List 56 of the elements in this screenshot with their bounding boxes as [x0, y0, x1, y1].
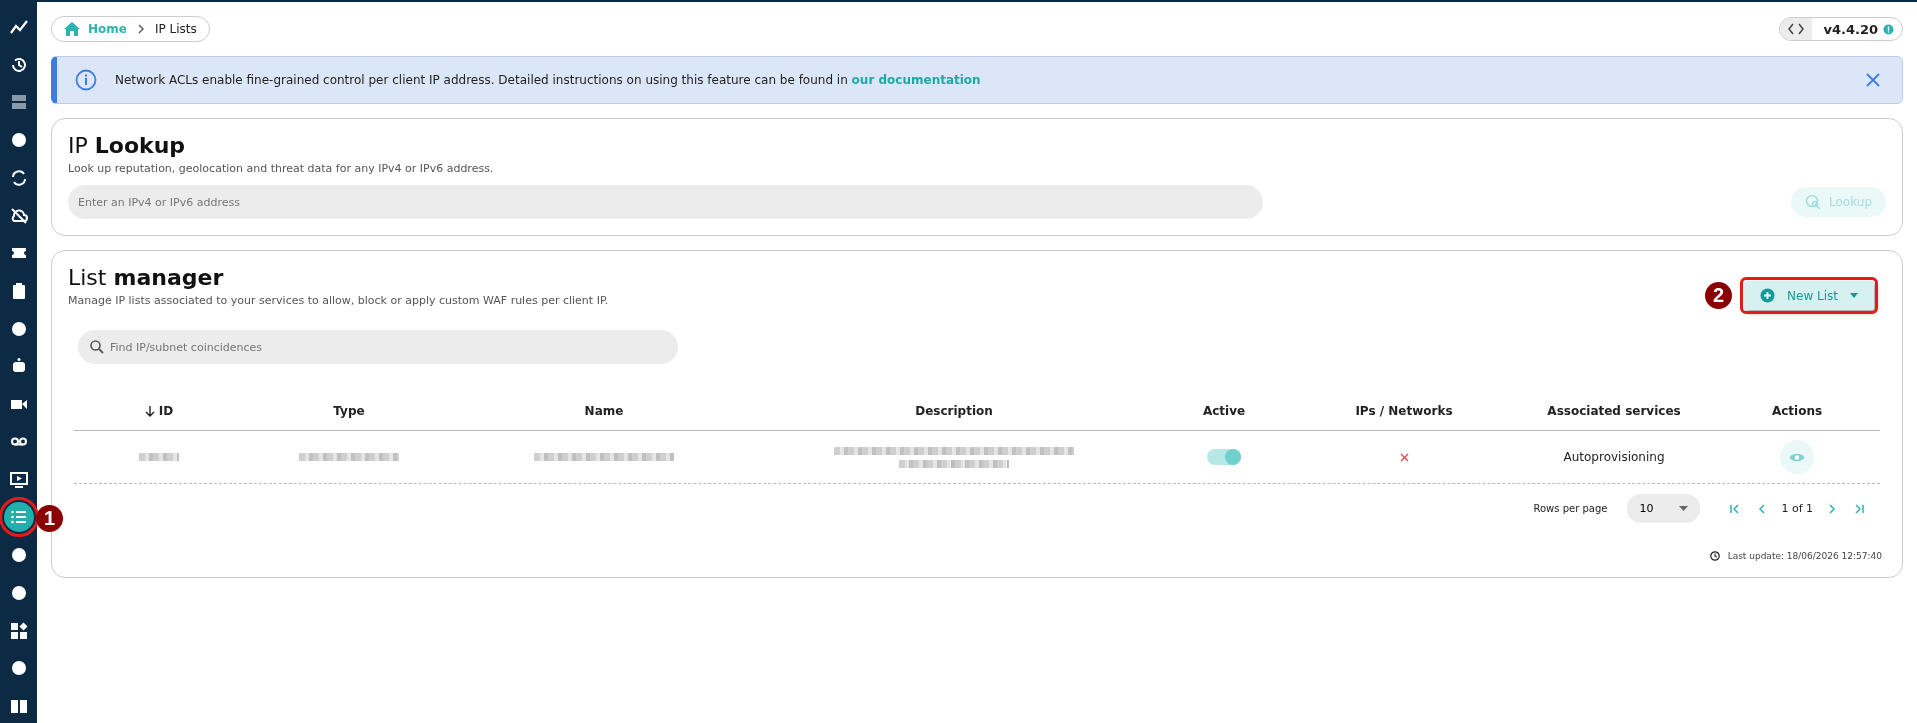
callout-badge: 2 — [1705, 282, 1733, 309]
chevron-left-icon — [1758, 503, 1766, 514]
callout-badge: 1 — [36, 504, 63, 532]
card-title: List manager — [68, 265, 225, 290]
first-page-icon — [1730, 503, 1741, 514]
card-title: IP Lookup — [68, 133, 187, 158]
close-icon — [1866, 73, 1880, 87]
page-range: 1 of 1 — [1781, 502, 1813, 515]
chevron-right-icon — [136, 24, 145, 34]
card-subtitle: Manage IP lists associated to your services to allow, block or apply custom WAF rules per client IP. — [68, 294, 609, 307]
previous-page-button[interactable] — [1756, 501, 1768, 516]
column-header[interactable]: Associated services — [1514, 404, 1714, 418]
next-page-button[interactable] — [1827, 501, 1838, 516]
card-subtitle: Look up reputation, geolocation and threat data for any IPv4 or IPv6 address. — [68, 162, 495, 175]
server-icon — [9, 93, 28, 112]
cloud-off-icon — [9, 206, 28, 225]
globe-search-icon — [1805, 194, 1822, 210]
home-icon — [64, 22, 80, 36]
voicemail-icon — [9, 437, 28, 447]
sync-icon — [9, 168, 28, 187]
blurred-text — [139, 453, 179, 461]
active-toggle[interactable] — [1207, 449, 1241, 465]
cross-icon — [1399, 452, 1409, 462]
search-icon — [90, 340, 104, 354]
column-header[interactable]: ID — [74, 404, 244, 418]
monitor-play-icon — [9, 470, 28, 489]
breadcrumb-current: IP Lists — [154, 22, 197, 36]
eye-icon — [1789, 451, 1805, 463]
column-header[interactable]: IPs / Networks — [1294, 404, 1514, 418]
rows-per-page-select[interactable]: 10 — [1627, 494, 1701, 523]
history-icon — [9, 55, 28, 74]
caret-icon — [1850, 293, 1858, 298]
ip-address-field[interactable]: Enter an IPv4 or IPv6 address — [68, 185, 1263, 219]
book-icon — [9, 697, 28, 716]
badge-icon — [1883, 23, 1894, 35]
column-header[interactable]: Active — [1154, 404, 1294, 418]
column-header[interactable]: Description — [754, 404, 1154, 418]
last-page-icon — [1854, 503, 1864, 514]
plus-circle-icon — [1760, 288, 1776, 303]
clock-icon — [1709, 551, 1720, 561]
last-update-text: Last update: 18/06/2026 12:57:40 — [1727, 551, 1882, 561]
column-header[interactable]: Type — [244, 404, 454, 418]
widgets-icon — [9, 621, 28, 640]
version-text: v4.4.20 — [1822, 21, 1878, 37]
column-header[interactable]: Name — [454, 404, 754, 418]
rows-per-page-label: Rows per page — [1533, 503, 1608, 514]
code-button[interactable] — [1780, 18, 1813, 40]
table-cell: Autoprovisioning — [1563, 450, 1665, 464]
info-icon — [75, 69, 97, 91]
column-header[interactable]: Actions — [1714, 404, 1880, 418]
banner-text: Network ACLs enable fine-grained control per client IP address. Detailed instructions on using this feature can be found in our documentation — [115, 73, 982, 87]
code-icon — [1788, 23, 1805, 35]
caret-icon — [1679, 506, 1689, 511]
last-page-button[interactable] — [1852, 501, 1866, 516]
chevron-right-icon — [1829, 503, 1836, 514]
search-field[interactable]: Find IP/subnet coincidences — [78, 330, 678, 364]
